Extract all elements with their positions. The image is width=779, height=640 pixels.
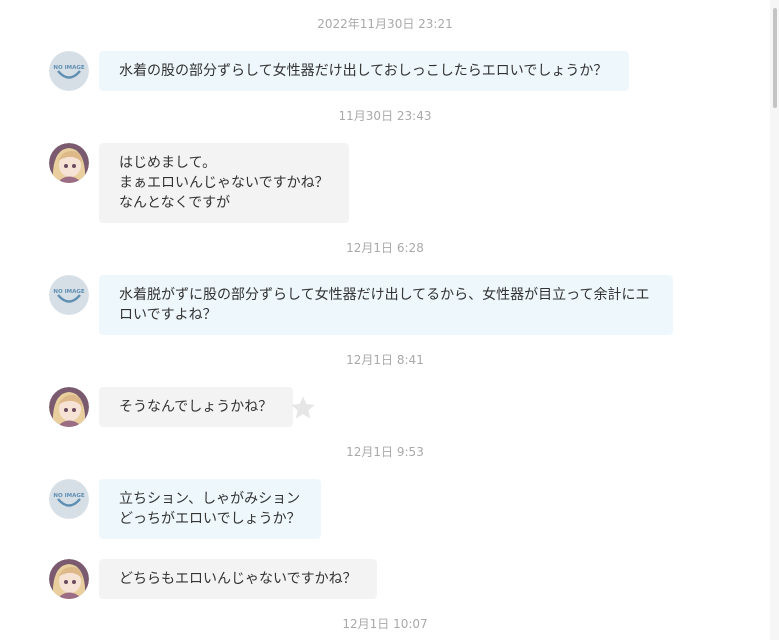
message-bubble: どちらもエロいんじゃないですかね？ [99,559,377,599]
anime-girl-avatar [49,559,89,599]
timestamp: 12月1日 9:53 [346,445,424,459]
user-avatar[interactable] [49,559,89,599]
scrollbar[interactable] [770,0,779,640]
default-avatar[interactable]: NO IMAGE [49,479,89,519]
default-avatar[interactable]: NO IMAGE [49,51,89,91]
message-bubble: 立ちション、しゃがみション どっちがエロいでしょうか？ [99,479,321,539]
anime-girl-avatar [49,387,89,427]
scrollbar-thumb[interactable] [773,8,777,108]
message-thread: 2022年11月30日 23:21 NO IMAGE 水着の股の部分ずらして女性… [0,0,770,640]
no-image-avatar-icon: NO IMAGE [49,275,89,315]
message-bubble: そうなんでしょうかね？ [99,387,293,427]
timestamp: 12月1日 10:07 [342,617,428,631]
star-icon[interactable] [289,394,317,422]
no-image-label: NO IMAGE [53,493,84,499]
no-image-avatar-icon: NO IMAGE [49,479,89,519]
timestamp: 12月1日 8:41 [346,353,424,367]
timestamp: 2022年11月30日 23:21 [317,17,453,31]
no-image-label: NO IMAGE [53,289,84,295]
default-avatar[interactable]: NO IMAGE [49,275,89,315]
user-avatar[interactable] [49,143,89,183]
timestamp: 12月1日 6:28 [346,241,424,255]
timestamp: 11月30日 23:43 [338,109,432,123]
anime-girl-avatar [49,143,89,183]
message-bubble: はじめまして。 まぁエロいんじゃないですかね？ なんとなくですが [99,143,349,223]
user-avatar[interactable] [49,387,89,427]
no-image-avatar-icon: NO IMAGE [49,51,89,91]
message-bubble: 水着脱がずに股の部分ずらして女性器だけ出してるから、女性器が目立って余計にエ ロ… [99,275,673,335]
message-bubble: 水着の股の部分ずらして女性器だけ出しておしっこしたらエロいでしょうか？ [99,51,629,91]
no-image-label: NO IMAGE [53,65,84,71]
